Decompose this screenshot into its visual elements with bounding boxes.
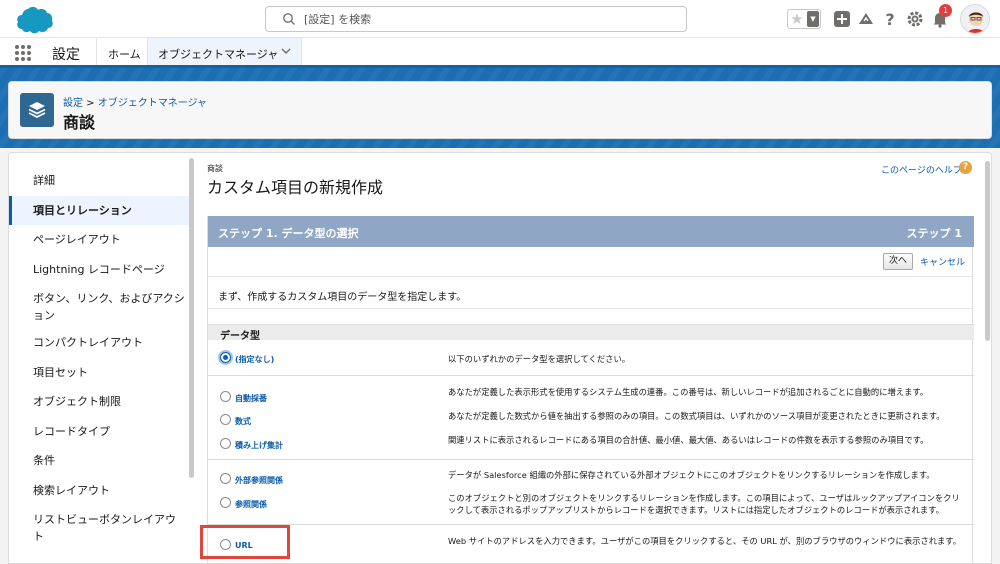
sidebar-scrollbar[interactable]	[189, 158, 194, 478]
app-launcher-icon[interactable]	[14, 44, 32, 62]
sidebar-item-page-layouts[interactable]: ページレイアウト	[9, 231, 193, 248]
nav-divider	[96, 38, 97, 65]
user-avatar-icon	[961, 5, 989, 33]
help-link[interactable]: このページのヘルプ	[881, 163, 962, 176]
next-button[interactable]: 次へ	[883, 253, 913, 270]
radio-autonumber[interactable]	[220, 391, 231, 402]
breadcrumb-object-manager-link[interactable]: オブジェクトマネージャ	[98, 98, 207, 109]
option-description: データが Salesforce 組織の外部に保存されている外部オブジェクトにこの…	[448, 470, 935, 480]
sidebar-item-list-view-buttons[interactable]: リストビューボタンレイアウト	[9, 511, 193, 545]
notification-badge: 1	[939, 4, 952, 17]
radio-none[interactable]	[220, 352, 231, 363]
page-header: 設定 > オブジェクトマネージャ 商談	[8, 81, 992, 139]
option-label[interactable]: (指定なし)	[235, 354, 274, 365]
favorites-dropdown-icon[interactable]: ▼	[807, 11, 819, 27]
option-description: Web サイトのアドレスを入力できます。ユーザがこの項目をクリックすると、その …	[448, 536, 962, 546]
step-header: ステップ 1. データ型の選択 ステップ 1	[208, 216, 974, 247]
favorites-group[interactable]: ★ ▼	[787, 9, 821, 29]
content-scrollbar[interactable]	[985, 161, 990, 341]
option-label[interactable]: 数式	[235, 416, 251, 427]
step-panel: ステップ 1. データ型の選択 ステップ 1 次へ キャンセル まず、作成するカ…	[207, 216, 974, 563]
tab-object-manager-label: オブジェクトマネージャ	[158, 48, 279, 61]
step-indicator: ステップ 1	[906, 227, 962, 240]
sidebar-item-record-types[interactable]: レコードタイプ	[9, 423, 193, 440]
sidebar-item-object-limits[interactable]: オブジェクト制限	[9, 393, 193, 410]
sidebar-item-field-sets[interactable]: 項目セット	[9, 364, 193, 381]
page-title: 商談	[63, 113, 96, 132]
search-icon	[283, 13, 295, 25]
breadcrumb: 設定 > オブジェクトマネージャ	[63, 94, 207, 109]
app-name: 設定	[52, 47, 80, 63]
breadcrumb-separator: >	[83, 98, 98, 109]
object-sidebar: 詳細 項目とリレーション ページレイアウト Lightning レコードページ …	[9, 153, 194, 563]
row-divider	[208, 459, 974, 460]
radio-formula[interactable]	[220, 414, 231, 425]
trailhead-icon[interactable]	[856, 9, 876, 29]
app-navigation: 設定 ホーム オブジェクトマネージャ	[0, 38, 1000, 68]
chevron-down-icon[interactable]	[280, 45, 292, 57]
intro-text: まず、作成するカスタム項目のデータ型を指定します。	[218, 292, 467, 303]
page-heading: カスタム項目の新規作成	[207, 178, 384, 197]
tab-object-manager[interactable]: オブジェクトマネージャ	[147, 38, 302, 65]
option-label[interactable]: 参照関係	[235, 499, 267, 510]
object-label: 商談	[207, 164, 223, 173]
breadcrumb-setup-link[interactable]: 設定	[63, 98, 83, 109]
add-icon[interactable]	[832, 9, 852, 29]
option-description: 以下のいずれかのデータ型を選択してください。	[448, 354, 631, 364]
main-panel: 詳細 項目とリレーション ページレイアウト Lightning レコードページ …	[8, 152, 992, 564]
global-search[interactable]	[265, 6, 687, 32]
global-header: ★ ▼ ? 1	[0, 0, 1000, 38]
setup-gear-icon[interactable]	[905, 9, 925, 29]
option-description: あなたが定義した数式から値を抽出する参照のみの項目。この数式項目は、いずれかのソ…	[448, 411, 945, 421]
option-description: 関連リストに表示されるレコードにある項目の合計値、最小値、最大値、あるいはレコー…	[448, 435, 929, 445]
option-label[interactable]: 外部参照関係	[235, 475, 283, 486]
help-question-icon[interactable]: ?	[959, 161, 972, 174]
row-divider	[208, 375, 974, 376]
content-area: 商談 カスタム項目の新規作成 このページのヘルプ ? ステップ 1. データ型の…	[199, 153, 991, 563]
sidebar-item-compact-layouts[interactable]: コンパクトレイアウト	[9, 334, 193, 351]
favorite-star-icon[interactable]: ★	[788, 10, 806, 28]
radio-rollup[interactable]	[220, 438, 231, 449]
option-description: あなたが定義した表示形式を使用するシステム生成の連番。この番号は、新しいレコード…	[448, 387, 929, 397]
tab-home[interactable]: ホーム	[108, 46, 141, 62]
svg-text:?: ?	[885, 10, 894, 29]
sidebar-item-conditions[interactable]: 条件	[9, 452, 193, 469]
object-stack-icon	[20, 93, 54, 127]
intro-section: まず、作成するカスタム項目のデータ型を指定します。	[208, 276, 974, 309]
salesforce-logo[interactable]	[10, 5, 54, 35]
cancel-link[interactable]: キャンセル	[920, 255, 965, 268]
option-description: このオブジェクトと別のオブジェクトをリンクするリレーションを作成します。この項目…	[448, 493, 960, 515]
datatype-header: データ型	[208, 324, 974, 342]
option-label[interactable]: 積み上げ集計	[235, 440, 283, 451]
sidebar-item-buttons-links[interactable]: ボタン、リンク、およびアクション	[9, 290, 193, 324]
sidebar-item-lightning-pages[interactable]: Lightning レコードページ	[9, 261, 193, 278]
row-divider	[208, 524, 974, 525]
sidebar-item-search-layouts[interactable]: 検索レイアウト	[9, 482, 193, 499]
step-title: ステップ 1. データ型の選択	[218, 227, 359, 240]
help-icon[interactable]: ?	[880, 9, 900, 29]
radio-lookup[interactable]	[220, 497, 231, 508]
option-label[interactable]: 自動採番	[235, 393, 267, 404]
sidebar-item-fields[interactable]: 項目とリレーション	[9, 196, 193, 225]
datatype-header-label: データ型	[220, 331, 260, 342]
radio-external-lookup[interactable]	[220, 473, 231, 484]
sidebar-item-details[interactable]: 詳細	[9, 172, 193, 189]
url-option-highlight	[200, 525, 290, 559]
search-input[interactable]	[304, 10, 674, 28]
avatar[interactable]	[960, 4, 990, 34]
